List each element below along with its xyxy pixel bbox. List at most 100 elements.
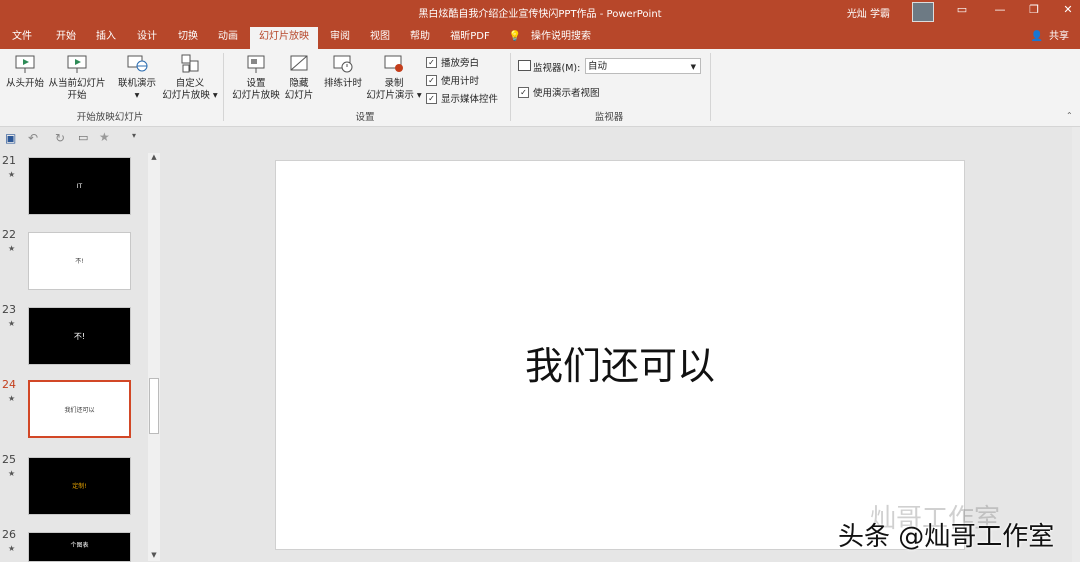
slide-number: 23 [2,303,16,316]
slide-thumbnail[interactable]: 定制! [28,457,131,515]
collapse-ribbon-icon[interactable]: ⌃ [1066,111,1073,120]
tab-home[interactable]: 开始 [48,27,84,49]
lightbulb-icon: 💡 [508,31,522,42]
from-current-button[interactable]: 从当前幻灯片 开始 [46,53,108,102]
present-online-caret: ▾ [134,90,140,101]
undo-icon[interactable]: ↶ [28,131,38,145]
user-name[interactable]: 光灿 学霸 [847,5,890,20]
slide-number: 24 [2,378,16,391]
from-current-label-2: 开始 [67,90,87,101]
tab-foxit-pdf[interactable]: 福昕PDF [446,27,494,49]
animation-star-icon: ★ [8,244,16,253]
from-beginning-label: 从头开始 [5,78,44,89]
tell-me-search[interactable]: 操作说明搜索 [528,27,594,49]
tab-review[interactable]: 审阅 [322,27,358,49]
slide-thumbnail-selected[interactable]: 我们还可以 [28,380,131,438]
slide-number: 25 [2,453,16,466]
record-label-1: 录制 [384,78,404,89]
presenter-view-checkbox[interactable]: ✓ 使用演示者视图 [518,85,600,99]
custom-slideshow-label-2: 幻灯片放映 ▾ [162,90,218,101]
watermark-bottom: 头条 @灿哥工作室 [838,522,1055,552]
setup-group-label: 设置 [355,112,375,123]
animation-star-icon: ★ [8,170,16,179]
animation-star-icon: ★ [8,469,16,478]
rehearse-label: 排练计时 [323,78,362,89]
animation-star-icon: ★ [8,544,16,553]
slide-number: 21 [2,154,16,167]
thumbnails-scrollbar[interactable]: ▲ ▼ [148,153,160,561]
custom-slideshow-button[interactable]: 自定义 幻灯片放映 ▾ [162,53,218,102]
checkmark-icon: ✓ [518,87,529,98]
title-bar: 黑白炫酷自我介绍企业宣传快闪PPT作品 - PowerPoint 光灿 学霸 ▭… [0,0,1080,27]
tab-slideshow[interactable]: 幻灯片放映 [250,27,318,49]
record-label-2: 幻灯片演示 ▾ [366,90,422,101]
slide-thumbnail[interactable]: 不! [28,232,131,290]
tab-design[interactable]: 设计 [129,27,165,49]
monitor-value: 自动 [588,61,608,72]
custom-slideshow-label-1: 自定义 [175,78,205,89]
animation-star-icon: ★ [8,319,16,328]
setup-slideshow-button[interactable]: 设置 幻灯片放映 [230,53,282,102]
slideshow-current-icon [67,55,87,73]
from-current-label-1: 从当前幻灯片 [48,78,106,89]
setup-label-2: 幻灯片放映 [232,90,280,101]
monitor-select[interactable]: 自动 ▼ [585,58,701,74]
hide-slide-icon [290,55,308,71]
tab-insert[interactable]: 插入 [88,27,124,49]
slide-title[interactable]: 我们还可以 [276,335,964,390]
record-icon [384,55,403,72]
close-icon[interactable]: ✕ [1058,3,1078,19]
ribbon-display-options-icon[interactable]: ▭ [952,3,972,19]
avatar[interactable] [912,2,934,22]
checkmark-icon: ✓ [426,75,437,86]
tab-animations[interactable]: 动画 [210,27,246,49]
globe-projector-icon [127,55,148,72]
redo-icon[interactable]: ↻ [55,131,65,145]
save-icon[interactable]: ▣ [5,131,16,145]
play-narrations-checkbox[interactable]: ✓ 播放旁白 [426,55,479,69]
slide-thumbnail[interactable]: IT [28,157,131,215]
use-timings-checkbox[interactable]: ✓ 使用计时 [426,73,479,87]
scroll-thumb[interactable] [149,378,159,434]
scroll-down-icon[interactable]: ▼ [148,551,160,561]
ribbon-tabs: 文件 开始 插入 设计 切换 动画 幻灯片放映 审阅 视图 帮助 福昕PDF 💡… [0,27,1080,49]
record-slideshow-button[interactable]: 录制 幻灯片演示 ▾ [364,53,424,102]
person-icon: 👤 [1030,31,1044,42]
tab-transitions[interactable]: 切换 [170,27,206,49]
slide-thumbnail[interactable]: 个图表 [28,532,131,562]
presenter-view-label: 使用演示者视图 [533,88,600,99]
slide-number: 22 [2,228,16,241]
rehearse-timings-button[interactable]: 排练计时 [320,53,366,90]
divider [510,53,511,121]
canvas-scrollbar[interactable] [1072,127,1080,562]
show-media-checkbox[interactable]: ✓ 显示媒体控件 [426,91,498,105]
setup-slideshow-icon [247,55,265,73]
hide-slide-button[interactable]: 隐藏 幻灯片 [282,53,316,102]
tab-file[interactable]: 文件 [4,27,40,49]
hide-label-2: 幻灯片 [284,90,314,101]
present-online-label: 联机演示 [117,78,156,89]
checkmark-icon: ✓ [426,93,437,104]
clock-slide-icon [333,55,353,73]
present-icon[interactable]: ▭ [78,131,88,144]
divider [223,53,224,121]
scroll-up-icon[interactable]: ▲ [148,153,160,163]
restore-icon[interactable]: ❐ [1024,3,1044,19]
share-button[interactable]: 共享 [1044,27,1074,49]
minimize-icon[interactable]: — [990,3,1010,19]
show-media-label: 显示媒体控件 [441,94,499,105]
tab-view[interactable]: 视图 [362,27,398,49]
tab-help[interactable]: 帮助 [402,27,438,49]
slide-number: 26 [2,528,16,541]
monitor-group-label: 监视器 [594,112,624,123]
current-slide[interactable]: 我们还可以 [275,160,965,550]
monitor-icon [518,60,531,71]
present-online-button[interactable]: 联机演示 ▾ [115,53,159,102]
from-beginning-button[interactable]: 从头开始 [4,53,46,90]
slide-thumbnail[interactable]: 不! [28,307,131,365]
customize-qat-icon[interactable]: ▾ [132,131,136,140]
chevron-down-icon: ▼ [690,63,696,71]
start-group-label: 开始放映幻灯片 [76,112,144,123]
star-icon[interactable]: ★ [99,130,110,144]
use-timings-label: 使用计时 [441,76,480,87]
